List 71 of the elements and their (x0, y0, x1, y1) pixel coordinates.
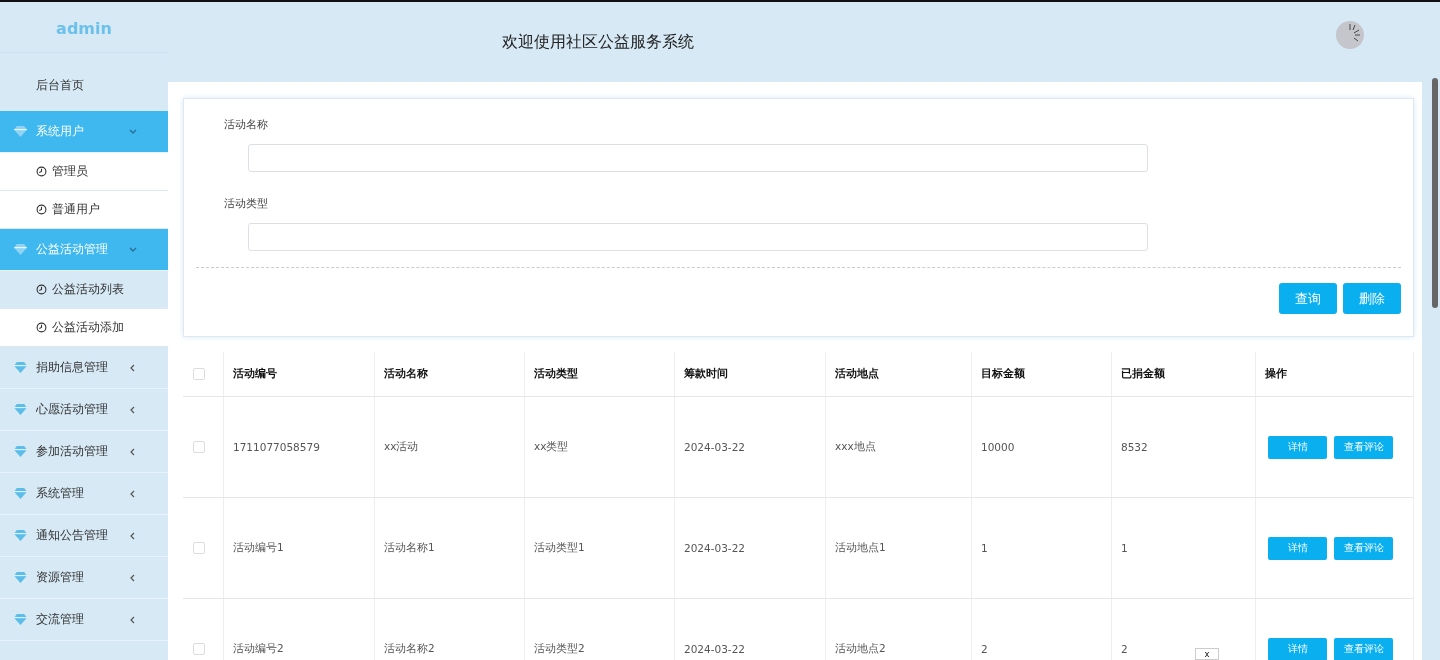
table-cell: 活动名称2 (374, 599, 524, 660)
submenu-label: 公益活动添加 (52, 319, 124, 336)
menu-label: 参加活动管理 (36, 443, 109, 460)
diamond-icon (14, 244, 27, 255)
table-cell: xx类型 (524, 397, 674, 497)
clock-icon (36, 322, 47, 333)
table-cell: 活动类型1 (524, 498, 674, 598)
field-label: 活动类型 (224, 196, 269, 211)
checkbox[interactable] (193, 643, 205, 655)
diamond-icon (14, 530, 27, 541)
avatar-icon[interactable] (1336, 21, 1364, 49)
menu-label: 捐助信息管理 (36, 359, 109, 376)
column-header: 筹款时间 (674, 352, 825, 396)
field-label: 活动名称 (224, 117, 269, 132)
submenu-label: 公益活动列表 (52, 281, 124, 298)
table-cell: 活动编号1 (223, 498, 374, 598)
diamond-icon (14, 614, 27, 625)
column-header: 目标金额 (971, 352, 1111, 396)
user-name: admin (0, 2, 168, 53)
table-cell: 2024-03-22 (674, 498, 825, 598)
submenu-item[interactable]: 管理员 (0, 153, 168, 191)
clock-icon (36, 204, 47, 215)
diamond-icon (14, 446, 27, 457)
page-title: 欢迎使用社区公益服务系统 (502, 31, 695, 53)
submenu-label: 管理员 (52, 163, 88, 180)
column-header: 活动地点 (825, 352, 971, 396)
menu-label: 交流管理 (36, 611, 85, 628)
submenu-item[interactable]: 公益活动添加 (0, 309, 168, 347)
column-header: 活动编号 (223, 352, 374, 396)
table-cell: 活动编号2 (223, 599, 374, 660)
column-header: 操作 (1255, 352, 1406, 396)
menu-label: 通知公告管理 (36, 527, 109, 544)
menu-item[interactable]: 后台首页 (0, 53, 168, 111)
diamond-icon (14, 404, 27, 415)
input-field[interactable] (248, 144, 1148, 172)
table-cell: 1 (1111, 498, 1255, 598)
menu-label: 资源管理 (36, 569, 85, 586)
table-cell: 2024-03-22 (674, 397, 825, 497)
menu-label: 公益活动管理 (36, 241, 109, 258)
diamond-icon (14, 572, 27, 583)
column-header: 活动名称 (374, 352, 524, 396)
table-cell: 1 (971, 498, 1111, 598)
submenu-label: 普通用户 (52, 201, 100, 218)
table-cell: 10000 (971, 397, 1111, 497)
clock-icon (36, 166, 47, 177)
close-button[interactable]: x (1195, 648, 1219, 660)
diamond-icon (14, 126, 27, 137)
diamond-icon (14, 488, 27, 499)
checkbox[interactable] (193, 441, 205, 453)
checkbox[interactable] (193, 368, 205, 380)
table-cell: xxx地点 (825, 397, 971, 497)
table-cell: 活动地点2 (825, 599, 971, 660)
clock-icon (36, 284, 47, 295)
table-cell: 2024-03-22 (674, 599, 825, 660)
submenu-item[interactable]: 普通用户 (0, 191, 168, 229)
menu-label: 心愿活动管理 (36, 401, 109, 418)
menu-label: 系统用户 (36, 123, 85, 140)
input-field[interactable] (248, 223, 1148, 251)
column-header: 已捐金额 (1111, 352, 1255, 396)
table-cell: 2 (971, 599, 1111, 660)
table-cell: xx活动 (374, 397, 524, 497)
table-cell: 活动类型2 (524, 599, 674, 660)
column-header: 活动类型 (524, 352, 674, 396)
table-cell: 活动名称1 (374, 498, 524, 598)
table-cell: 活动地点1 (825, 498, 971, 598)
table-cell: 1711077058579 (223, 397, 374, 497)
table-cell: 8532 (1111, 397, 1255, 497)
scrollbar-thumb[interactable] (1432, 78, 1438, 308)
menu-label: 系统管理 (36, 485, 85, 502)
diamond-icon (14, 362, 27, 373)
checkbox[interactable] (193, 542, 205, 554)
